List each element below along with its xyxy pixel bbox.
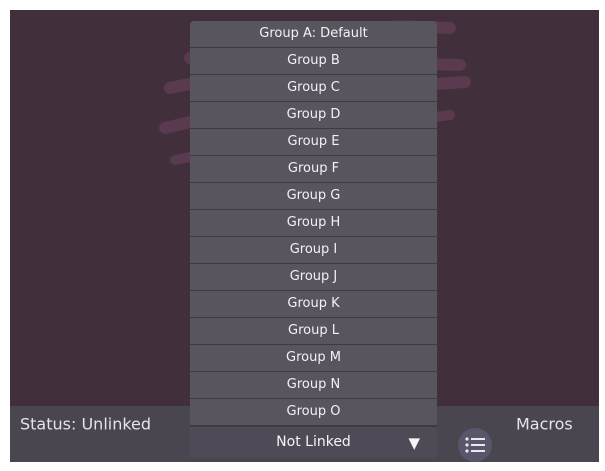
- dropdown-option-group-e[interactable]: Group E: [190, 129, 437, 156]
- macros-button[interactable]: [458, 428, 492, 462]
- dropdown-option-group-o[interactable]: Group O: [190, 399, 437, 426]
- triangle-down-icon[interactable]: ▼: [408, 434, 420, 452]
- dropdown-option-group-d[interactable]: Group D: [190, 102, 437, 129]
- dropdown-option-group-n[interactable]: Group N: [190, 372, 437, 399]
- link-select[interactable]: Not Linked ▼: [190, 426, 437, 458]
- dropdown-option-group-k[interactable]: Group K: [190, 291, 437, 318]
- dropdown-option-group-i[interactable]: Group I: [190, 237, 437, 264]
- macros-label[interactable]: Macros: [516, 415, 573, 434]
- dropdown-option-group-f[interactable]: Group F: [190, 156, 437, 183]
- dropdown-option-group-l[interactable]: Group L: [190, 318, 437, 345]
- dropdown-option-group-h[interactable]: Group H: [190, 210, 437, 237]
- dropdown-option-group-g[interactable]: Group G: [190, 183, 437, 210]
- link-select-value: Not Linked: [276, 434, 351, 450]
- dropdown-option-group-b[interactable]: Group B: [190, 48, 437, 75]
- group-dropdown-menu: Group A: Default Group B Group C Group D…: [190, 21, 437, 458]
- dropdown-option-group-m[interactable]: Group M: [190, 345, 437, 372]
- status-label: Status: Unlinked: [20, 414, 152, 434]
- list-icon: [465, 437, 485, 453]
- dropdown-option-group-a[interactable]: Group A: Default: [190, 21, 437, 48]
- dropdown-option-group-c[interactable]: Group C: [190, 75, 437, 102]
- dropdown-option-group-j[interactable]: Group J: [190, 264, 437, 291]
